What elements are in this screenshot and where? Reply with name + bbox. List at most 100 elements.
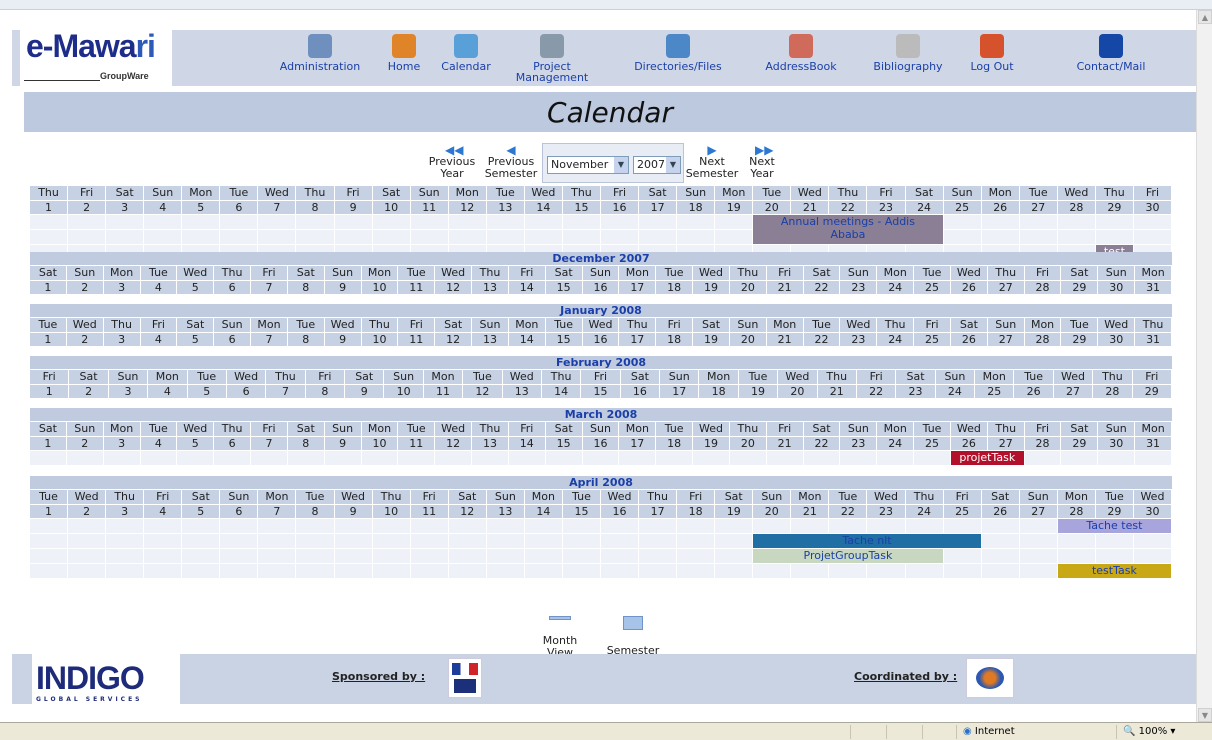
day-number[interactable]: 26: [981, 505, 1019, 518]
day-number[interactable]: 5: [187, 385, 226, 398]
calendar-cell[interactable]: [877, 451, 914, 465]
calendar-cell[interactable]: [106, 230, 144, 244]
calendar-cell[interactable]: [791, 519, 829, 533]
calendar-cell[interactable]: [448, 519, 486, 533]
chevron-down-icon[interactable]: ▼: [614, 157, 628, 173]
calendar-cell[interactable]: [30, 564, 68, 578]
calendar-cell[interactable]: [1019, 564, 1057, 578]
calendar-cell[interactable]: [372, 230, 410, 244]
calendar-cell[interactable]: [220, 230, 258, 244]
day-number[interactable]: 1: [30, 333, 66, 346]
day-number[interactable]: 12: [463, 385, 502, 398]
calendar-cell[interactable]: [867, 519, 905, 533]
day-number[interactable]: 17: [619, 281, 656, 294]
calendar-cell[interactable]: [372, 564, 410, 578]
calendar-cell[interactable]: [214, 451, 251, 465]
day-number[interactable]: 4: [140, 333, 177, 346]
day-number[interactable]: 3: [103, 281, 140, 294]
calendar-cell[interactable]: [296, 534, 334, 548]
day-number[interactable]: 7: [251, 281, 287, 294]
day-number[interactable]: 14: [541, 385, 581, 398]
calendar-cell[interactable]: [840, 451, 877, 465]
calendar-cell[interactable]: [220, 549, 258, 563]
day-number[interactable]: 12: [435, 281, 472, 294]
calendar-event[interactable]: Annual meetings - Addis Ababa: [753, 215, 943, 244]
calendar-cell[interactable]: [981, 549, 1019, 563]
day-number[interactable]: 5: [182, 505, 220, 518]
calendar-cell[interactable]: [334, 519, 372, 533]
calendar-cell[interactable]: [1019, 230, 1057, 244]
day-number[interactable]: 13: [472, 437, 508, 450]
calendar-cell[interactable]: [601, 215, 639, 229]
day-number[interactable]: 18: [656, 281, 693, 294]
day-number[interactable]: 15: [562, 201, 600, 214]
sponsored-by-link[interactable]: Sponsored by :: [332, 670, 425, 683]
calendar-cell[interactable]: [106, 549, 144, 563]
day-number[interactable]: 31: [1135, 281, 1171, 294]
day-number[interactable]: 2: [66, 437, 103, 450]
day-number[interactable]: 7: [251, 333, 287, 346]
day-number[interactable]: 23: [840, 281, 877, 294]
calendar-cell[interactable]: [334, 564, 372, 578]
calendar-cell[interactable]: [981, 534, 1019, 548]
month-header[interactable]: March 2008: [30, 408, 1172, 421]
calendar-cell[interactable]: [729, 451, 766, 465]
calendar-cell[interactable]: [410, 534, 448, 548]
day-number[interactable]: 22: [803, 281, 840, 294]
day-number[interactable]: 8: [287, 333, 324, 346]
day-number[interactable]: 6: [226, 385, 266, 398]
day-number[interactable]: 7: [266, 385, 305, 398]
day-number[interactable]: 30: [1098, 281, 1135, 294]
calendar-cell[interactable]: [30, 534, 68, 548]
day-number[interactable]: 28: [1024, 437, 1061, 450]
calendar-cell[interactable]: [372, 534, 410, 548]
day-number[interactable]: 24: [877, 437, 914, 450]
day-number[interactable]: 26: [981, 201, 1019, 214]
calendar-cell[interactable]: [372, 215, 410, 229]
day-number[interactable]: 21: [817, 385, 856, 398]
day-number[interactable]: 1: [30, 505, 68, 518]
calendar-cell[interactable]: [562, 230, 600, 244]
calendar-cell[interactable]: [296, 564, 334, 578]
coordinated-by-link[interactable]: Coordinated by :: [854, 670, 957, 683]
day-number[interactable]: 3: [103, 437, 140, 450]
calendar-cell[interactable]: [144, 230, 182, 244]
calendar-cell[interactable]: [66, 451, 103, 465]
calendar-cell[interactable]: [334, 534, 372, 548]
day-number[interactable]: 30: [1098, 333, 1135, 346]
day-number[interactable]: 22: [803, 333, 840, 346]
day-number[interactable]: 17: [639, 201, 677, 214]
day-number[interactable]: 7: [251, 437, 287, 450]
calendar-cell[interactable]: [106, 519, 144, 533]
calendar-cell[interactable]: [258, 534, 296, 548]
calendar-cell[interactable]: [1095, 549, 1133, 563]
day-number[interactable]: 2: [66, 281, 103, 294]
calendar-cell[interactable]: [715, 230, 753, 244]
day-number[interactable]: 24: [905, 201, 943, 214]
calendar-cell[interactable]: [639, 519, 677, 533]
day-number[interactable]: 18: [656, 437, 693, 450]
calendar-cell[interactable]: [639, 230, 677, 244]
calendar-cell[interactable]: [258, 549, 296, 563]
calendar-cell[interactable]: [287, 451, 324, 465]
calendar-cell[interactable]: [68, 215, 106, 229]
day-number[interactable]: 26: [950, 333, 987, 346]
calendar-cell[interactable]: [448, 215, 486, 229]
calendar-cell[interactable]: [829, 564, 867, 578]
calendar-cell[interactable]: [251, 451, 287, 465]
day-number[interactable]: 16: [582, 281, 619, 294]
day-number[interactable]: 8: [296, 505, 334, 518]
calendar-cell[interactable]: [943, 519, 981, 533]
calendar-cell[interactable]: [1057, 534, 1095, 548]
calendar-cell[interactable]: [905, 519, 943, 533]
day-number[interactable]: 1: [30, 437, 66, 450]
day-number[interactable]: 29: [1132, 385, 1171, 398]
calendar-cell[interactable]: [182, 230, 220, 244]
calendar-cell[interactable]: [30, 549, 68, 563]
calendar-cell[interactable]: [1057, 215, 1095, 229]
day-number[interactable]: 13: [472, 281, 508, 294]
day-number[interactable]: 30: [1133, 201, 1171, 214]
day-number[interactable]: 4: [144, 201, 182, 214]
day-number[interactable]: 11: [398, 281, 435, 294]
day-number[interactable]: 13: [486, 201, 524, 214]
